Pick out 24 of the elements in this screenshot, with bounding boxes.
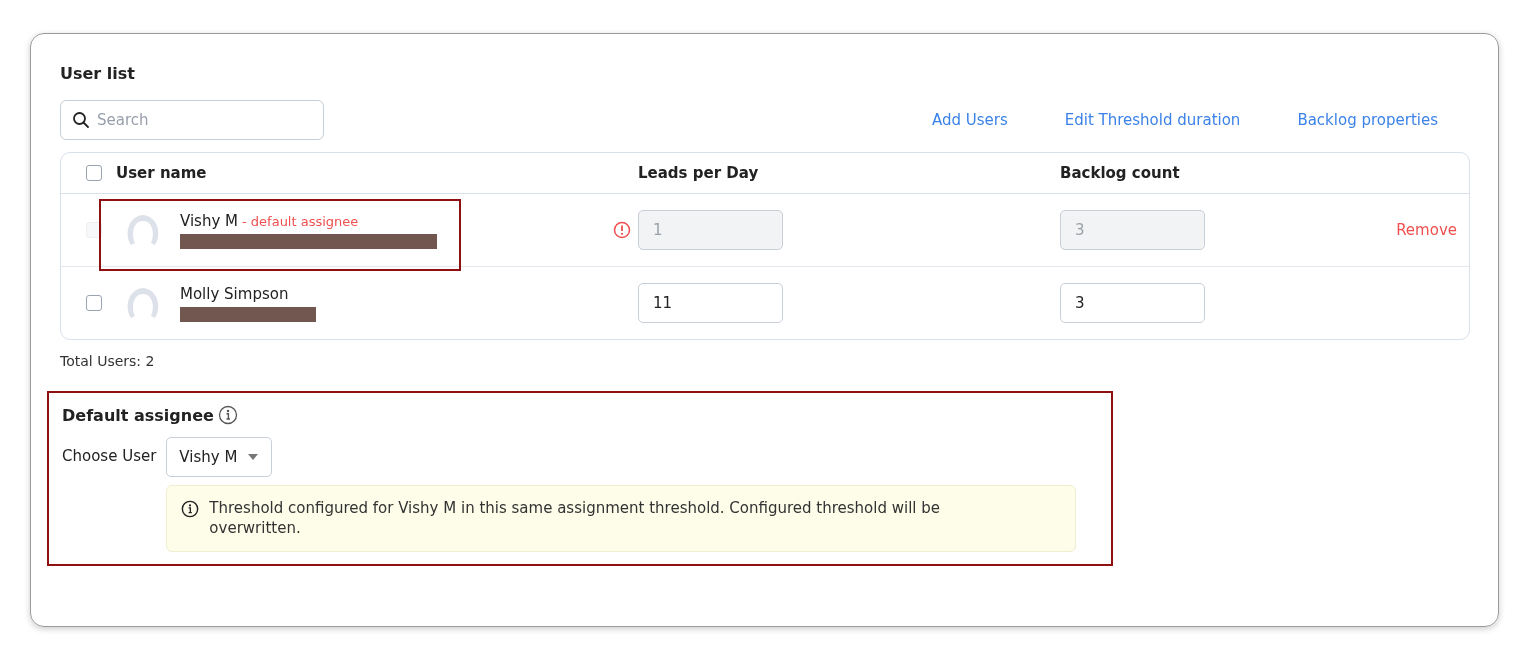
action-link[interactable]: Backlog properties bbox=[1297, 111, 1438, 129]
column-header: Leads per Day bbox=[638, 164, 760, 182]
section-title: Default assignee bbox=[62, 405, 214, 425]
section-title: User list bbox=[60, 64, 136, 83]
user-name: Vishy M bbox=[180, 211, 238, 230]
user-dropdown[interactable]: Vishy M bbox=[166, 437, 273, 477]
notice-text: Threshold configured for Vishy M in this same assignment threshold. Configured threshold will be overwritten. bbox=[209, 498, 942, 539]
action-link[interactable]: Add Users bbox=[931, 111, 1008, 129]
backlog-count-field[interactable]: 3 bbox=[1060, 283, 1205, 323]
caret-icon bbox=[247, 453, 260, 461]
total-users-text: Total Users: 2 bbox=[60, 353, 156, 369]
row-checkbox[interactable] bbox=[85, 295, 102, 311]
user-name: Molly Simpson bbox=[180, 284, 289, 303]
search-icon bbox=[72, 111, 90, 129]
choose-user-label: Choose User bbox=[62, 446, 157, 467]
info-icon bbox=[181, 500, 200, 518]
default-assignee-tag: - default assignee bbox=[242, 213, 359, 229]
select-all-checkbox[interactable] bbox=[85, 165, 102, 181]
info-icon bbox=[217, 405, 238, 425]
column-header: User name bbox=[116, 164, 208, 182]
action-link[interactable]: Edit Threshold duration bbox=[1064, 111, 1241, 129]
leads-per-day-field[interactable]: 11 bbox=[638, 283, 783, 323]
search-field[interactable]: Search bbox=[60, 100, 324, 140]
column-header: Backlog count bbox=[1060, 164, 1181, 182]
